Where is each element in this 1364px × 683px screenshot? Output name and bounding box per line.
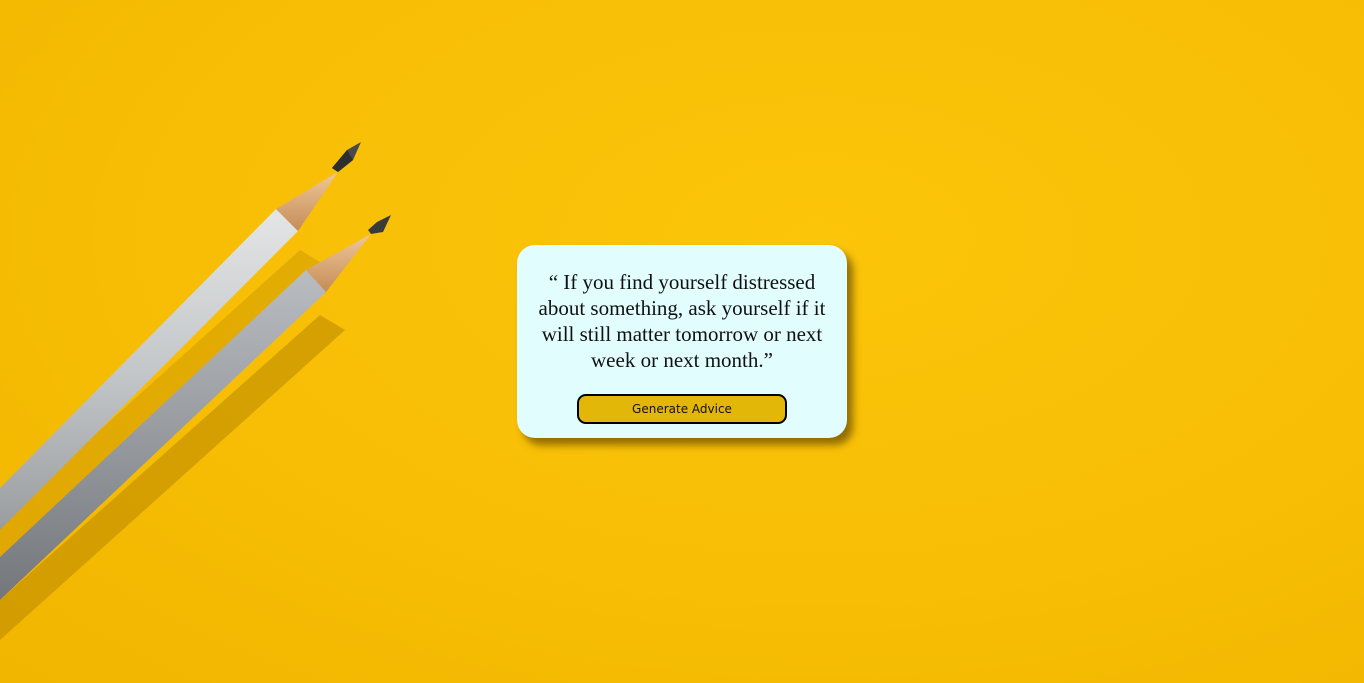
advice-quote: “ If you find yourself distressed about … — [538, 270, 826, 372]
generate-advice-button[interactable]: Generate Advice — [577, 394, 787, 424]
pencil-dark — [0, 215, 391, 600]
advice-card: “ If you find yourself distressed about … — [517, 245, 847, 438]
